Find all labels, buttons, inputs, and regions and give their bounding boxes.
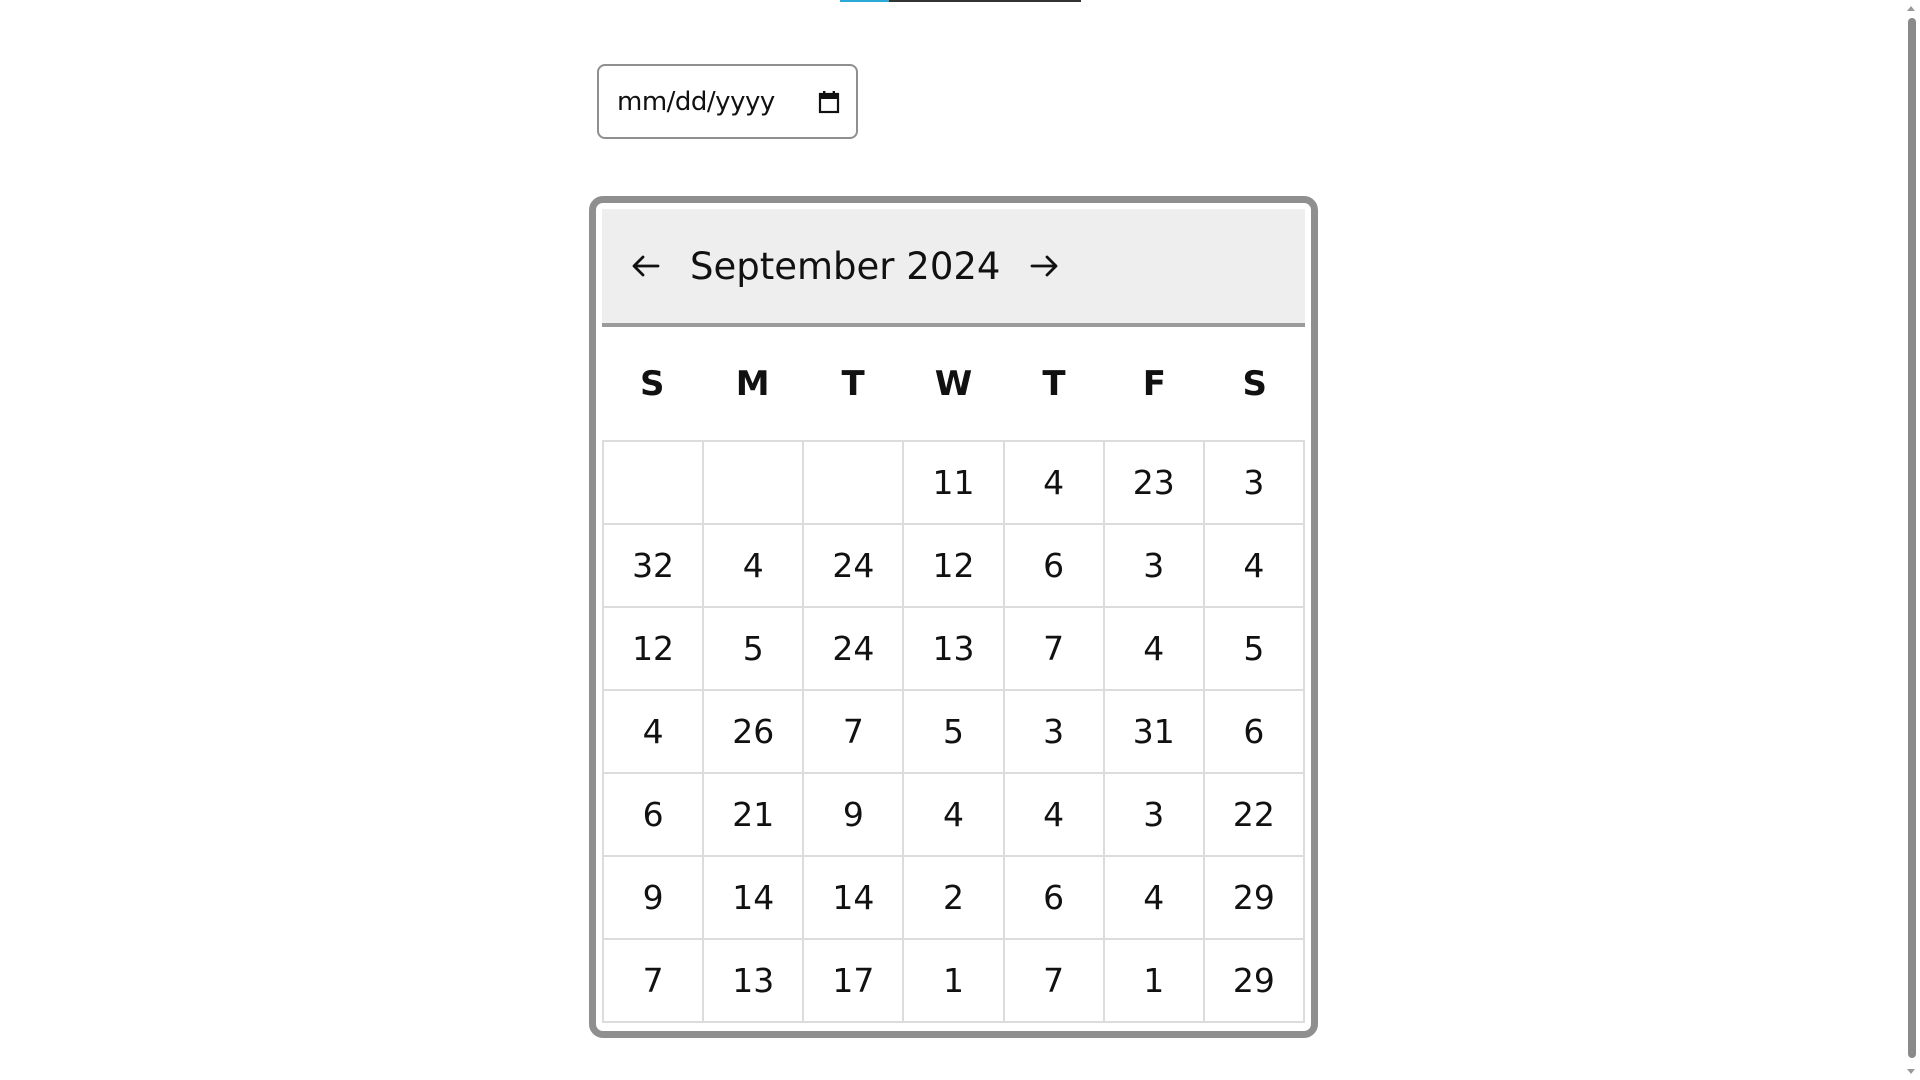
day-cell[interactable]: 9: [604, 857, 705, 940]
day-cell[interactable]: 4: [604, 691, 705, 774]
day-cell[interactable]: 6: [1004, 525, 1105, 608]
day-cell[interactable]: 24: [804, 608, 905, 691]
scroll-down-arrow-icon[interactable]: [1907, 1069, 1915, 1074]
day-cell[interactable]: 4: [904, 774, 1005, 857]
day-cell[interactable]: 4: [1104, 608, 1205, 691]
day-cell[interactable]: 2: [904, 857, 1005, 940]
day-cell[interactable]: 13: [704, 940, 805, 1023]
vertical-scrollbar[interactable]: [1903, 0, 1920, 1080]
empty-day-cell: [604, 442, 705, 525]
day-cell[interactable]: 29: [1204, 857, 1305, 940]
day-cell[interactable]: 5: [1204, 608, 1305, 691]
weekday-header-row: S M T W T F S: [602, 327, 1305, 440]
weekday-label: M: [735, 363, 770, 404]
day-cell[interactable]: 3: [1204, 442, 1305, 525]
day-cell[interactable]: 14: [804, 857, 905, 940]
page: mm/dd/yyyy September 2024 S M T W T F S …: [0, 0, 1920, 1080]
day-cell[interactable]: 7: [804, 691, 905, 774]
day-cell[interactable]: 5: [904, 691, 1005, 774]
weekday-label: F: [1142, 363, 1166, 404]
day-cell[interactable]: 17: [804, 940, 905, 1023]
day-cell[interactable]: 1: [1104, 940, 1205, 1023]
weekday-label: S: [639, 363, 665, 404]
day-cell[interactable]: 26: [704, 691, 805, 774]
date-input-placeholder: mm/dd/yyyy: [617, 86, 775, 117]
month-title: September 2024: [690, 244, 1001, 288]
next-month-button[interactable]: [1022, 244, 1066, 288]
day-cell[interactable]: 5: [704, 608, 805, 691]
weekday-label: S: [1242, 363, 1268, 404]
weekday-label: T: [1042, 363, 1066, 404]
day-cell[interactable]: 9: [804, 774, 905, 857]
weekday-label: W: [934, 363, 973, 404]
date-input[interactable]: mm/dd/yyyy: [597, 64, 858, 139]
top-progress-line: [840, 0, 1081, 2]
day-cell[interactable]: 6: [1004, 857, 1105, 940]
day-cell[interactable]: 1: [904, 940, 1005, 1023]
day-cell[interactable]: 32: [604, 525, 705, 608]
day-cell[interactable]: 6: [604, 774, 705, 857]
calendar-widget: September 2024 S M T W T F S 11 4 23 3 32 4 24…: [589, 196, 1318, 1038]
day-cell[interactable]: 4: [1204, 525, 1305, 608]
day-grid: 11 4 23 3 32 4 24 12 6 3 4 12 5 24 13 7 4 5 4 26 7 5 3 31 6 6 21 9 4…: [602, 440, 1305, 1023]
day-cell[interactable]: 22: [1204, 774, 1305, 857]
calendar-icon[interactable]: [818, 90, 840, 114]
empty-day-cell: [704, 442, 805, 525]
day-cell[interactable]: 4: [704, 525, 805, 608]
day-cell[interactable]: 29: [1204, 940, 1305, 1023]
day-cell[interactable]: 12: [904, 525, 1005, 608]
day-cell[interactable]: 6: [1204, 691, 1305, 774]
day-cell[interactable]: 21: [704, 774, 805, 857]
arrow-right-icon: [1031, 255, 1058, 277]
day-cell[interactable]: 4: [1104, 857, 1205, 940]
day-cell[interactable]: 31: [1104, 691, 1205, 774]
day-cell[interactable]: 7: [604, 940, 705, 1023]
day-cell[interactable]: 14: [704, 857, 805, 940]
day-cell[interactable]: 12: [604, 608, 705, 691]
calendar-header: September 2024: [602, 209, 1305, 327]
day-cell[interactable]: 3: [1004, 691, 1105, 774]
empty-day-cell: [804, 442, 905, 525]
prev-month-button[interactable]: [624, 244, 668, 288]
scrollbar-thumb[interactable]: [1908, 18, 1916, 1058]
top-progress-accent: [840, 0, 889, 2]
day-cell[interactable]: 3: [1104, 774, 1205, 857]
scroll-up-arrow-icon[interactable]: [1907, 6, 1915, 11]
day-cell[interactable]: 24: [804, 525, 905, 608]
day-cell[interactable]: 13: [904, 608, 1005, 691]
day-cell[interactable]: 7: [1004, 608, 1105, 691]
day-cell[interactable]: 4: [1004, 774, 1105, 857]
day-cell[interactable]: 23: [1104, 442, 1205, 525]
weekday-label: T: [841, 363, 865, 404]
day-cell[interactable]: 11: [904, 442, 1005, 525]
day-cell[interactable]: 7: [1004, 940, 1105, 1023]
day-cell[interactable]: 3: [1104, 525, 1205, 608]
day-cell[interactable]: 4: [1004, 442, 1105, 525]
arrow-left-icon: [632, 255, 660, 277]
